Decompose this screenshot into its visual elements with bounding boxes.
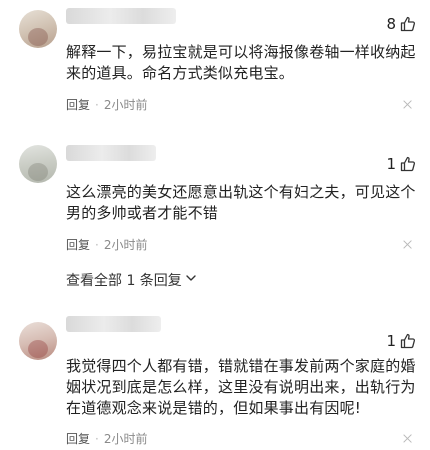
avatar[interactable] xyxy=(19,145,57,183)
timestamp: 2小时前 xyxy=(103,98,148,112)
username-blurred[interactable] xyxy=(66,316,161,332)
comment-meta: 回复 · 2小时前 xyxy=(66,430,147,447)
comment-meta: 回复 · 2小时前 xyxy=(66,236,147,253)
comment-text: 我觉得四个人都有错，错就错在事发前两个家庭的婚 姻状况到底是怎么样，这里没有说明… xyxy=(66,356,422,419)
comment-meta: 回复 · 2小时前 xyxy=(66,96,147,113)
username-blurred[interactable] xyxy=(66,8,176,24)
thumbs-up-icon xyxy=(400,16,416,32)
timestamp: 2小时前 xyxy=(103,432,148,446)
avatar[interactable] xyxy=(19,322,57,360)
close-icon[interactable] xyxy=(403,240,412,249)
comment-text-line: 这么漂亮的美女还愿意出轨这个有妇之夫，可见这个 xyxy=(66,183,416,201)
like-button[interactable]: 8 xyxy=(386,15,416,33)
avatar-face xyxy=(28,163,48,181)
separator-dot: · xyxy=(95,431,99,446)
comment-text: 解释一下，易拉宝就是可以将海报像卷轴一样收纳起 来的道具。命名方式类似充电宝。 xyxy=(66,42,422,84)
comment-text: 这么漂亮的美女还愿意出轨这个有妇之夫，可见这个 男的多帅或者才能不错 xyxy=(66,182,422,224)
like-count: 1 xyxy=(386,332,396,350)
comment-text-line: 我觉得四个人都有错，错就错在事发前两个家庭的婚 xyxy=(66,357,416,375)
view-all-replies-button[interactable]: 查看全部 1 条回复 xyxy=(66,270,197,290)
separator-dot: · xyxy=(95,237,99,252)
timestamp: 2小时前 xyxy=(103,238,148,252)
avatar-face xyxy=(28,340,48,358)
comment-text-line: 在道德观念来说是错的，但如果事出有因呢! xyxy=(66,399,362,417)
reply-button[interactable]: 回复 xyxy=(66,96,90,113)
username-blurred[interactable] xyxy=(66,145,156,161)
like-button[interactable]: 1 xyxy=(386,332,416,350)
close-icon[interactable] xyxy=(403,434,412,443)
view-all-replies-label: 查看全部 1 条回复 xyxy=(66,273,182,289)
thumbs-up-icon xyxy=(400,156,416,172)
avatar-face xyxy=(28,28,48,46)
like-count: 1 xyxy=(386,155,396,173)
thumbs-up-icon xyxy=(400,333,416,349)
comment-text-line: 解释一下，易拉宝就是可以将海报像卷轴一样收纳起 xyxy=(66,43,416,61)
like-count: 8 xyxy=(386,15,396,33)
avatar[interactable] xyxy=(19,10,57,48)
close-icon[interactable] xyxy=(403,100,412,109)
comment-text-line: 姻状况到底是怎么样，这里没有说明出来，出轨行为 xyxy=(66,378,416,396)
reply-button[interactable]: 回复 xyxy=(66,236,90,253)
comment-text-line: 男的多帅或者才能不错 xyxy=(66,204,219,222)
comment-text-line: 来的道具。命名方式类似充电宝。 xyxy=(66,64,295,82)
separator-dot: · xyxy=(95,97,99,112)
like-button[interactable]: 1 xyxy=(386,155,416,173)
chevron-down-icon xyxy=(185,272,197,288)
reply-button[interactable]: 回复 xyxy=(66,430,90,447)
